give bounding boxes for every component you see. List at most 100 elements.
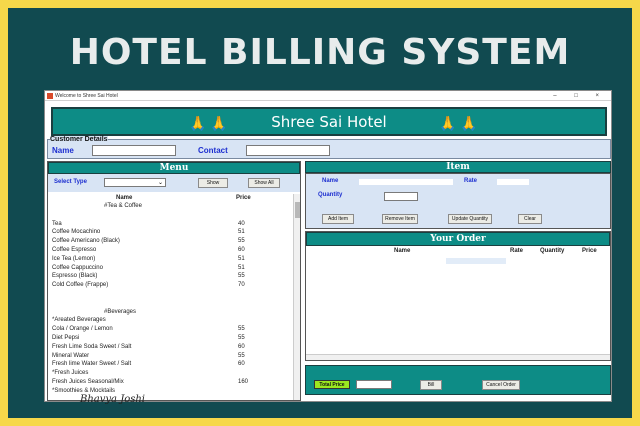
menu-row[interactable]: [48, 211, 288, 219]
menu-item-price: 55: [238, 326, 245, 333]
add-item-button[interactable]: Add Item: [322, 214, 354, 224]
menu-item-name: Tea: [52, 220, 62, 227]
menu-item-price: 60: [238, 247, 245, 253]
menu-title: Menu: [48, 162, 300, 174]
menu-item-price: 51: [238, 264, 245, 271]
menu-item-name: Mineral Water: [52, 352, 90, 359]
item-rate-field[interactable]: [496, 178, 530, 186]
cancel-order-button[interactable]: Cancel Order: [482, 380, 520, 390]
menu-item-price: 40: [238, 220, 245, 227]
menu-item-price: 60: [238, 343, 245, 350]
quantity-field[interactable]: [384, 192, 418, 201]
menu-item-name: Ice Tea (Lemon): [52, 255, 96, 262]
menu-row[interactable]: Cold Coffee (Frappe) 70: [48, 281, 288, 289]
menu-row[interactable]: Coffee Cappuccino 51: [48, 264, 288, 272]
menu-row[interactable]: Diet Pepsi 55: [48, 334, 288, 342]
menu-row[interactable]: Coffee Americano (Black) 55: [48, 237, 288, 245]
menu-item-name: Coffee Cappuccino: [52, 264, 103, 271]
col-price: Price: [236, 195, 251, 201]
order-panel: Your Order Name Rate Quantity Price: [305, 231, 611, 361]
order-hscrollbar[interactable]: [306, 354, 610, 360]
col-name: Name: [116, 195, 133, 201]
order-table-header: Name Rate Quantity Price: [306, 248, 610, 256]
praying-hands-icon-right: 🙏 🙏: [439, 115, 478, 131]
menu-row[interactable]: Cola / Orange / Lemon 55: [48, 325, 288, 333]
menu-item-price: 60: [238, 361, 245, 368]
menu-item-name: *Areated Beverages: [52, 317, 106, 324]
menu-scrollbar[interactable]: [293, 194, 300, 400]
hotel-title: Shree Sai Hotel: [271, 113, 387, 131]
order-col-price: Price: [582, 248, 597, 254]
total-price-field[interactable]: [356, 380, 392, 389]
total-panel: Total Price Bill Cancel Order: [305, 365, 611, 395]
menu-row[interactable]: Fresh lime Water Sweet / Salt 60: [48, 360, 288, 368]
select-type-label: Select Type: [54, 179, 87, 185]
app-icon: [47, 93, 53, 99]
total-price-label: Total Price: [314, 380, 350, 389]
menu-item-name: Coffee Mocachino: [52, 229, 101, 236]
show-button[interactable]: Show: [198, 178, 228, 188]
order-row-placeholder[interactable]: [446, 258, 506, 264]
menu-item-price: 55: [238, 335, 245, 341]
customer-legend: Customer Details: [50, 136, 108, 143]
menu-item-price: 160: [238, 379, 249, 385]
menu-section-row[interactable]: #Beverages: [48, 308, 288, 316]
type-select[interactable]: ⌄: [104, 178, 166, 187]
menu-panel: Menu Select Type ⌄ Show Show All Name Pr…: [47, 161, 301, 401]
order-col-quantity: Quantity: [540, 248, 565, 254]
menu-list-header: Name Price: [48, 194, 288, 202]
menu-row[interactable]: Fresh Juices Seasonal/Mix 160: [48, 378, 288, 386]
menu-row[interactable]: Espresso (Black) 55: [48, 272, 288, 280]
menu-item-price: 55: [238, 238, 245, 245]
order-col-rate: Rate: [510, 248, 524, 254]
chevron-down-icon: ⌄: [157, 180, 163, 186]
window-title: Welcome to Shree Sai Hotel: [55, 93, 118, 99]
menu-row[interactable]: *Areated Beverages: [48, 316, 288, 324]
menu-section-row[interactable]: #Tea & Coffee: [48, 202, 288, 210]
menu-item-price: 55: [238, 273, 245, 280]
bill-button[interactable]: Bill: [420, 380, 442, 390]
menu-item-name: Fresh lime Water Sweet / Salt: [52, 361, 132, 368]
name-label: Name: [52, 146, 74, 155]
banner-title: HOTEL BILLING SYSTEM: [69, 32, 571, 73]
title-bar: Welcome to Shree Sai Hotel – □ ×: [45, 91, 611, 101]
menu-row[interactable]: Coffee Espresso 60: [48, 246, 288, 254]
menu-item-name: Cold Coffee (Frappe): [52, 282, 109, 289]
hotel-header: 🙏 🙏 Shree Sai Hotel 🙏 🙏: [51, 107, 607, 136]
contact-field[interactable]: [246, 145, 330, 156]
teal-background: HOTEL BILLING SYSTEM Welcome to Shree Sa…: [8, 8, 632, 418]
contact-label: Contact: [198, 146, 228, 155]
menu-controls: Select Type ⌄ Show Show All: [48, 174, 300, 192]
menu-row[interactable]: Mineral Water 55: [48, 352, 288, 360]
item-name-field[interactable]: [358, 178, 454, 186]
menu-item-price: 70: [238, 282, 245, 289]
clear-button[interactable]: Clear: [518, 214, 542, 224]
item-name-label: Name: [322, 178, 339, 184]
menu-item-name: Coffee Espresso: [52, 247, 97, 253]
remove-item-button[interactable]: Remove Item: [382, 214, 418, 224]
menu-list: Name Price #Tea & Coffee Tea 40 Coffee Moca…: [48, 194, 300, 400]
update-quantity-button[interactable]: Update Quantity: [448, 214, 492, 224]
menu-item-name: Espresso (Black): [52, 273, 98, 280]
menu-row[interactable]: Ice Tea (Lemon) 51: [48, 255, 288, 263]
menu-row[interactable]: Tea 40: [48, 220, 288, 228]
menu-row[interactable]: *Fresh Juices: [48, 369, 288, 377]
menu-item-price: 51: [238, 255, 245, 262]
menu-item-name: Fresh Juices Seasonal/Mix: [52, 379, 124, 385]
menu-row[interactable]: Fresh Lime Soda Sweet / Salt 60: [48, 343, 288, 351]
item-rate-label: Rate: [464, 178, 478, 184]
menu-row[interactable]: [48, 299, 288, 307]
window-controls[interactable]: – □ ×: [553, 91, 607, 101]
menu-row[interactable]: Coffee Mocachino 51: [48, 228, 288, 236]
yellow-frame: HOTEL BILLING SYSTEM Welcome to Shree Sa…: [0, 0, 640, 426]
item-title: Item: [305, 161, 611, 173]
item-panel: Name Rate Quantity Add Item Remove Item …: [305, 173, 611, 229]
menu-row[interactable]: [48, 290, 288, 298]
show-all-button[interactable]: Show All: [248, 178, 280, 188]
menu-item-price: 51: [238, 229, 245, 236]
menu-item-price: 55: [238, 352, 245, 359]
customer-name-field[interactable]: [92, 145, 176, 156]
signature: Bhavya Joshi: [80, 394, 145, 405]
order-col-name: Name: [394, 248, 411, 254]
menu-scroll-thumb[interactable]: [295, 202, 300, 218]
